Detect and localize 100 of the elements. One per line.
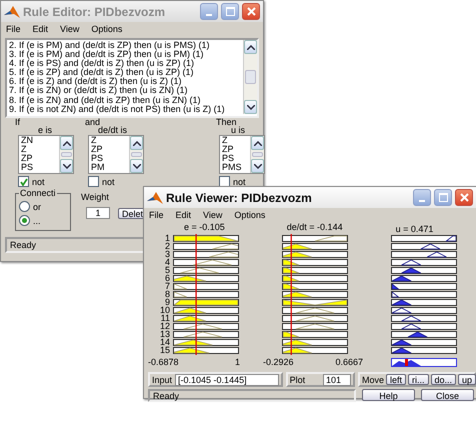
weight-label: Weight — [81, 192, 110, 202]
list-item[interactable]: Z — [222, 136, 250, 145]
move-button[interactable]: up — [458, 374, 476, 385]
radio-label: or — [33, 202, 42, 212]
scroll-thumb[interactable] — [252, 152, 263, 157]
rule-number: 11 — [160, 314, 170, 322]
window-title: Rule Editor: PIDbezvozm — [23, 4, 166, 18]
scroll-thumb[interactable] — [61, 152, 72, 157]
input-label: Input — [152, 374, 172, 384]
menu-item[interactable]: File — [6, 24, 21, 35]
rule-list[interactable] — [5, 38, 259, 118]
scrollbar[interactable] — [243, 40, 257, 114]
radio-button[interactable] — [19, 215, 30, 226]
close-button[interactable] — [242, 3, 260, 20]
menu-item[interactable]: View — [203, 210, 222, 221]
rule-number: 6 — [164, 274, 170, 282]
list-box[interactable]: Z ZP PS PM — [88, 135, 144, 174]
range-min: -0.2926 — [263, 357, 294, 367]
scroll-down-icon[interactable] — [62, 164, 70, 168]
rule-text[interactable]: 3. If (e is PM) and (de/dt is ZP) then (u is PM) (1) — [9, 50, 241, 60]
scroll-up-icon[interactable] — [132, 140, 140, 146]
menu-item[interactable]: Edit — [176, 210, 192, 221]
rule-number: 3 — [164, 250, 170, 258]
move-button[interactable]: left — [386, 374, 406, 385]
plot-points-field[interactable]: 101 — [323, 374, 351, 386]
column-label: e is — [37, 126, 54, 134]
rule-number: 1 — [164, 234, 170, 242]
scrollbar[interactable] — [59, 136, 73, 173]
list-item[interactable]: Z — [21, 145, 59, 154]
scroll-thumb[interactable] — [131, 152, 142, 157]
radio-button[interactable] — [19, 201, 30, 212]
checkbox-label: not — [233, 176, 246, 186]
minimize-button[interactable] — [200, 3, 218, 20]
close-dialog-button[interactable]: Close — [421, 389, 474, 401]
weight-field[interactable]: 1 — [86, 207, 110, 219]
close-icon[interactable] — [246, 7, 256, 16]
rule-number: 5 — [164, 266, 170, 274]
maximize-button[interactable] — [221, 3, 239, 20]
rule-number: 10 — [158, 306, 170, 314]
list-item[interactable]: PM — [91, 163, 129, 172]
scrollbar[interactable] — [129, 136, 143, 173]
scroll-up-icon[interactable] — [62, 140, 70, 146]
rule-text[interactable]: 9. If (e is not ZN) and (de/dt is not PS) then (u is Z) (1) — [9, 104, 241, 114]
menu-item[interactable]: View — [60, 24, 80, 35]
rule-number: 8 — [164, 290, 170, 298]
rule-number: 14 — [158, 338, 170, 346]
list-item[interactable]: ZP — [21, 154, 59, 163]
rule-text[interactable]: 8. If (e is ZN) and (de/dt is ZP) then (u is ZN) (1) — [9, 96, 241, 105]
move-button[interactable]: ri... — [408, 374, 429, 385]
list-item[interactable]: PS — [21, 163, 59, 172]
maximize-button[interactable] — [434, 189, 452, 206]
list-item[interactable]: ZP — [91, 145, 129, 154]
list-box[interactable]: Z ZP PS PMS — [219, 135, 265, 174]
close-button[interactable] — [455, 189, 473, 206]
menu-item[interactable]: Options — [91, 24, 122, 35]
move-button[interactable]: do... — [430, 374, 456, 385]
list-item[interactable]: PMS — [222, 163, 250, 172]
rule-text[interactable]: 5. If (e is ZP) and (de/dt is Z) then (u is ZP) (1) — [9, 68, 241, 78]
rule-text[interactable]: 7. If (e is ZN) or (de/dt is Z) then (u is ZN) (1) — [9, 86, 241, 96]
list-box[interactable]: ZN Z ZP PS — [18, 135, 74, 174]
rule-number: 4 — [164, 258, 170, 266]
column-prefix: Then — [216, 118, 238, 126]
rule-number: 12 — [158, 322, 170, 330]
radio-label: ... — [33, 216, 41, 226]
scroll-up-icon[interactable] — [246, 44, 254, 50]
menu-item[interactable]: File — [149, 210, 164, 221]
scroll-down-icon[interactable] — [254, 164, 262, 168]
rule-number: 2 — [164, 242, 170, 250]
range-max: 0.6667 — [335, 357, 363, 367]
not-checkbox[interactable] — [219, 176, 230, 187]
column-prefix: If — [15, 118, 22, 126]
scroll-down-icon[interactable] — [246, 104, 254, 110]
close-icon[interactable] — [460, 193, 468, 202]
rule-text[interactable]: 2. If (e is PM) and (de/dt is ZP) then (u is PMS) (1) — [9, 41, 241, 50]
list-item[interactable]: ZN — [21, 136, 59, 145]
menu-item[interactable]: Edit — [32, 24, 48, 35]
aggregate-output-drawing — [391, 358, 457, 367]
variable-value: u = 0.471 — [396, 225, 434, 232]
rule-text[interactable]: 4. If (e is PS) and (de/dt is Z) then (u is ZP) (1) — [9, 59, 241, 68]
scrollbar[interactable] — [250, 136, 264, 173]
list-item[interactable]: Z — [91, 136, 129, 145]
input-field[interactable]: [-0.1045 -0.1445] — [175, 374, 279, 386]
column-prefix: and — [85, 118, 100, 126]
list-item[interactable]: ZP — [222, 145, 250, 154]
help-button[interactable]: Help — [362, 389, 415, 401]
group-label: Connecti — [19, 188, 57, 198]
menu-item[interactable]: Options — [234, 210, 266, 221]
scroll-down-icon[interactable] — [132, 164, 140, 168]
not-checkbox[interactable] — [88, 176, 99, 187]
column-label: u is — [231, 126, 246, 134]
range-min: -0.6878 — [148, 357, 179, 367]
rule-number: 7 — [164, 282, 170, 290]
move-label: Move — [362, 374, 384, 384]
minimize-button[interactable] — [413, 189, 431, 206]
list-item[interactable]: PS — [222, 154, 250, 163]
scroll-thumb[interactable] — [245, 70, 256, 84]
variable-value: e = -0.105 — [184, 223, 225, 232]
scroll-up-icon[interactable] — [254, 140, 262, 146]
rule-text[interactable]: 6. If (e is Z) and (de/dt is Z) then (u is Z) (1) — [9, 77, 241, 86]
list-item[interactable]: PS — [91, 154, 129, 163]
